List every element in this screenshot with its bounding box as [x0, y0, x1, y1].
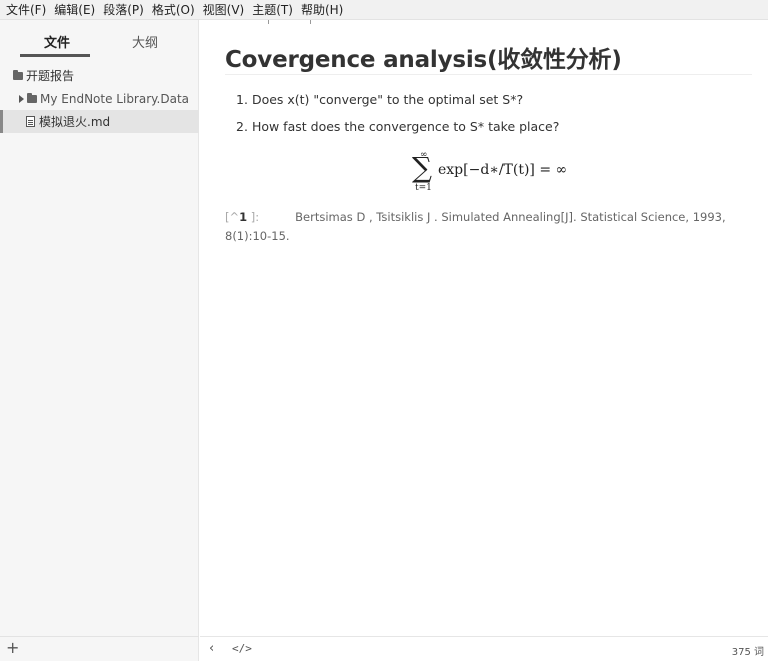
math-block[interactable]: ∞ ∑ t=1 exp[−d∗/T(t)] = ∞: [408, 150, 578, 198]
chevron-left-icon[interactable]: ‹: [209, 641, 214, 656]
source-code-icon[interactable]: </>: [232, 642, 252, 655]
sum-operator: ∑: [412, 151, 432, 184]
tab-outline[interactable]: 大纲: [132, 32, 158, 51]
word-count[interactable]: 375 词: [732, 643, 764, 658]
add-file-button[interactable]: +: [6, 639, 19, 657]
ordered-list: 1. Does x(t) "converge" to the optimal se…: [236, 90, 736, 144]
document-heading: Covergence analysis(收敛性分析): [225, 47, 622, 73]
menu-edit[interactable]: 编辑(E): [52, 0, 101, 20]
sidebar: 文件 大纲 开题报告 My EndNote Library.Data 模拟退火.…: [0, 20, 199, 661]
math-expression: exp[−d∗/T(t)] = ∞: [438, 162, 568, 178]
footnote: [^1 ]: Bertsimas D , Tsitsiklis J . Simul…: [225, 208, 745, 246]
active-tab-indicator: [20, 54, 90, 57]
tree-item-label: My EndNote Library.Data: [40, 91, 190, 106]
menu-format[interactable]: 格式(O): [150, 0, 201, 20]
document-icon: [26, 116, 35, 127]
heading-divider: [225, 74, 752, 75]
sum-lower-limit: t=1: [415, 183, 432, 193]
menu-bar: 文件(F) 编辑(E) 段落(P) 格式(O) 视图(V) 主题(T) 帮助(H…: [0, 0, 768, 20]
tree-item-file-selected[interactable]: 模拟退火.md: [0, 110, 199, 133]
status-bar: ‹ </> 375 词: [200, 636, 768, 661]
tree-item-label: 模拟退火.md: [39, 115, 111, 129]
tree-item-label: 开题报告: [26, 69, 75, 83]
tree-item-subfolder[interactable]: My EndNote Library.Data: [0, 87, 199, 110]
caret-right-icon[interactable]: [19, 94, 24, 103]
footnote-number: 1: [239, 210, 248, 224]
sidebar-footer: +: [0, 636, 199, 661]
list-item: 1. Does x(t) "converge" to the optimal se…: [236, 90, 736, 117]
menu-help[interactable]: 帮助(H): [299, 0, 349, 20]
menu-theme[interactable]: 主题(T): [250, 0, 299, 20]
selection-indicator: [0, 110, 3, 133]
list-number: 2.: [236, 119, 248, 134]
folder-icon: [13, 69, 23, 80]
tab-files[interactable]: 文件: [44, 32, 70, 51]
list-text: Does x(t) "converge" to the optimal set …: [251, 92, 524, 107]
menu-file[interactable]: 文件(F): [4, 0, 52, 20]
list-item: 2. How fast does the convergence to S* ta…: [236, 117, 736, 144]
scroll-marker: [268, 20, 312, 24]
menu-paragraph[interactable]: 段落(P): [101, 0, 150, 20]
folder-icon: [27, 92, 37, 103]
scroll-tick: [310, 20, 311, 24]
tree-item-root-folder[interactable]: 开题报告: [0, 64, 199, 87]
file-tree: 开题报告 My EndNote Library.Data 模拟退火.md: [0, 64, 199, 133]
footnote-text: Bertsimas D , Tsitsiklis J . Simulated A…: [225, 210, 726, 243]
editor[interactable]: Covergence analysis(收敛性分析) 1. Does x(t) "…: [200, 20, 768, 636]
scroll-tick: [268, 20, 269, 24]
menu-view[interactable]: 视图(V): [201, 0, 251, 20]
footnote-ref-open: [^: [225, 210, 240, 224]
sidebar-tabs: 文件 大纲: [0, 20, 199, 60]
footnote-ref-close: ]:: [250, 210, 260, 224]
footnote-ref[interactable]: [^1 ]:: [225, 210, 259, 224]
list-number: 1.: [236, 92, 248, 107]
list-text: How fast does the convergence to S* take…: [251, 119, 560, 134]
